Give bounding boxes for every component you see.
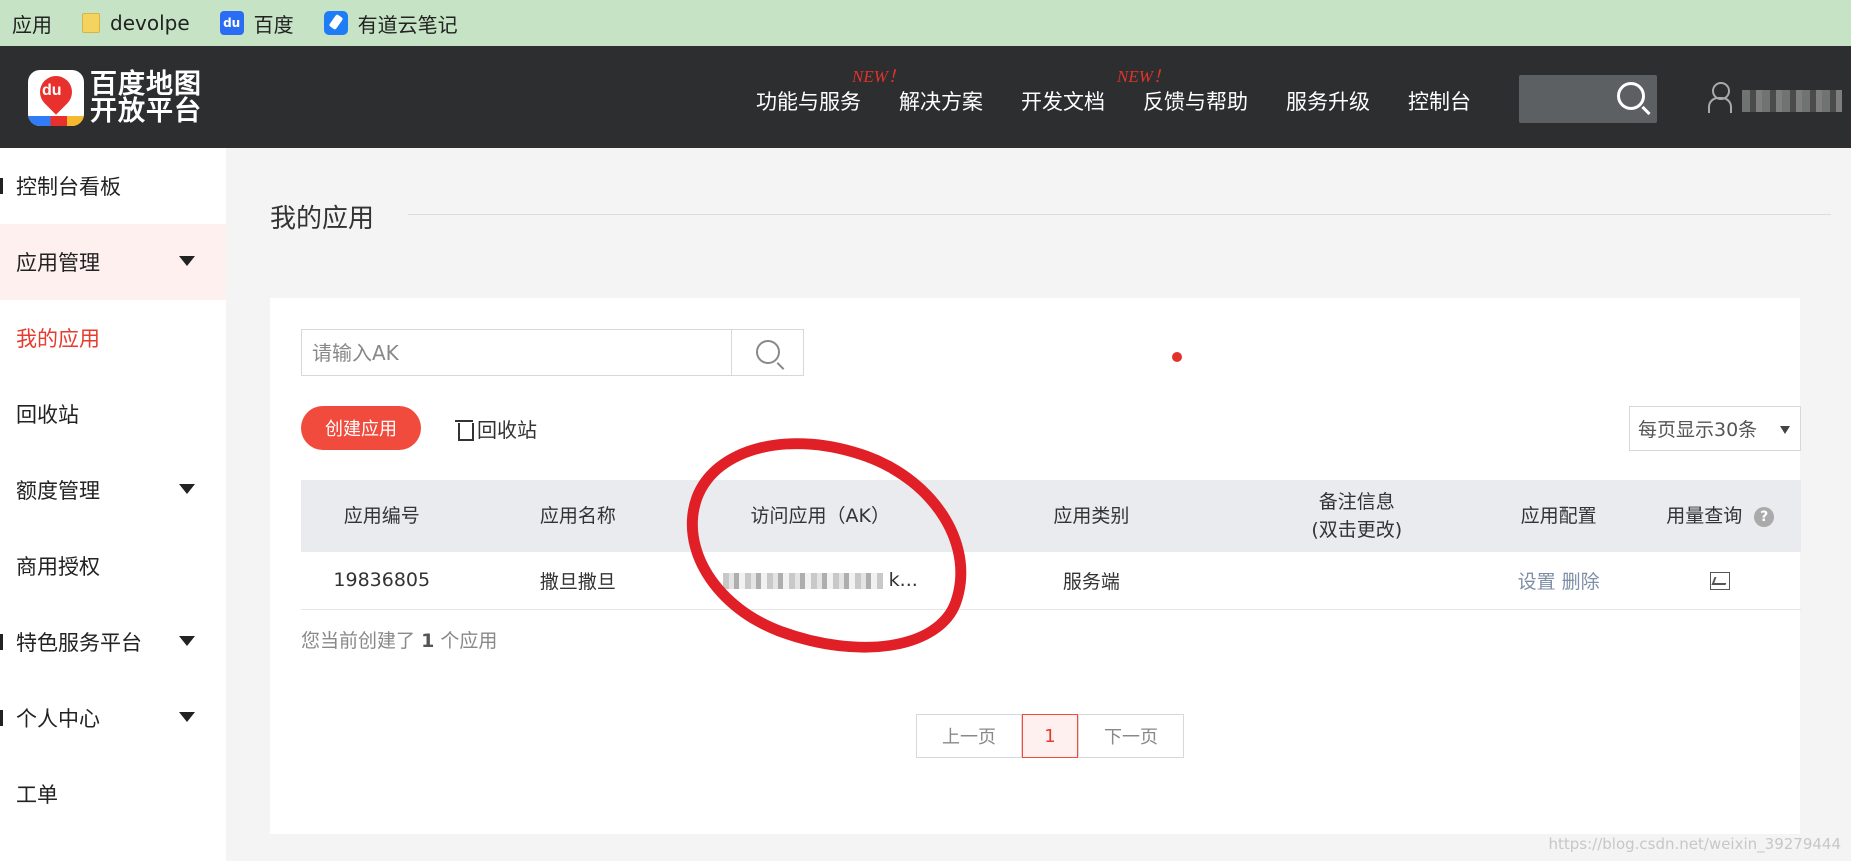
col-app-name: 应用名称 <box>462 480 694 552</box>
recycle-bin-link[interactable]: 回收站 <box>455 414 537 443</box>
search-icon <box>756 340 780 364</box>
bookmark-apps-label: 应用 <box>12 12 52 37</box>
logo-text: 百度地图 开放平台 <box>90 69 202 127</box>
sidebar-item-tickets[interactable]: 工单 <box>0 756 226 832</box>
sidebar-item-commercial-license[interactable]: 商用授权 <box>0 528 226 604</box>
next-page-button[interactable]: 下一页 <box>1078 714 1184 758</box>
page-1-button[interactable]: 1 <box>1022 714 1078 758</box>
cell-notes[interactable] <box>1235 552 1478 610</box>
search-icon <box>1617 82 1645 110</box>
bookmark-devolpe[interactable]: devolpe <box>82 11 190 35</box>
trash-icon <box>455 418 474 441</box>
bookmark-label: devolpe <box>110 11 190 35</box>
bookmark-youdao[interactable]: 有道云笔记 <box>323 9 458 38</box>
caret-down-icon <box>179 636 195 646</box>
sidebar-item-quota-management[interactable]: 额度管理 <box>0 452 226 528</box>
top-header: du 百度地图 开放平台 NEW！ 功能与服务 解决方案 NEW！ 开发文档 反… <box>0 46 1851 148</box>
delete-link[interactable]: 删除 <box>1562 571 1600 593</box>
cell-app-type: 服务端 <box>947 552 1236 610</box>
table-header-row: 应用编号 应用名称 访问应用（AK） 应用类别 备注信息 (双击更改) 应用配置… <box>301 480 1801 552</box>
map-pin-icon: du <box>28 70 84 126</box>
cell-app-id: 19836805 <box>301 552 463 610</box>
red-dot-marker <box>1172 352 1182 362</box>
sidebar-item-my-apps[interactable]: 我的应用 <box>0 300 226 376</box>
nav-console[interactable]: 控制台 <box>1408 86 1471 116</box>
bookmark-apps[interactable]: 应用 <box>12 9 52 38</box>
user-icon[interactable] <box>1708 82 1732 113</box>
caret-down-icon <box>179 484 195 494</box>
apps-table: 应用编号 应用名称 访问应用（AK） 应用类别 备注信息 (双击更改) 应用配置… <box>301 480 1801 610</box>
settings-link[interactable]: 设置 <box>1518 571 1556 593</box>
youdao-note-icon <box>323 11 348 35</box>
bookmark-baidu[interactable]: du 百度 <box>219 9 294 38</box>
col-usage: 用量查询? <box>1639 480 1801 552</box>
sidebar-item-personal-center[interactable]: 个人中心 <box>0 680 226 756</box>
ak-search-input[interactable] <box>301 329 731 376</box>
nav-features-services[interactable]: NEW！ 功能与服务 <box>756 67 905 116</box>
nav-solutions[interactable]: 解决方案 <box>899 86 983 116</box>
cell-usage <box>1639 552 1801 610</box>
cell-app-name: 撒旦撒旦 <box>462 552 694 610</box>
main-nav: NEW！ 功能与服务 解决方案 NEW！ 开发文档 反馈与帮助 服务升级 控制台 <box>756 67 1471 116</box>
sidebar: 控制台看板 应用管理 我的应用 回收站 额度管理 商用授权 特色服务平台 个人中… <box>0 148 226 861</box>
baidu-paw-icon: du <box>219 11 244 35</box>
sidebar-item-dashboard[interactable]: 控制台看板 <box>0 148 226 224</box>
title-divider <box>408 214 1831 215</box>
table-row: 19836805 撒旦撒旦 k... 服务端 设置 删除 <box>301 552 1801 610</box>
sidebar-item-recycle-bin[interactable]: 回收站 <box>0 376 226 452</box>
bookmarks-bar: 应用 devolpe du 百度 有道云笔记 <box>0 0 1851 46</box>
col-app-type: 应用类别 <box>947 480 1236 552</box>
pagination: 上一页 1 下一页 <box>916 714 1184 758</box>
col-app-id: 应用编号 <box>301 480 463 552</box>
nav-dev-docs[interactable]: NEW！ 开发文档 <box>1021 67 1170 116</box>
baidu-map-logo[interactable]: du 百度地图 开放平台 <box>28 70 202 126</box>
usage-chart-icon[interactable] <box>1710 571 1731 590</box>
ak-search-button[interactable] <box>731 329 804 376</box>
bookmark-label: 有道云笔记 <box>357 12 458 37</box>
user-name-redacted[interactable] <box>1742 90 1842 112</box>
nav-feedback-help[interactable]: 反馈与帮助 <box>1143 86 1248 116</box>
folder-icon <box>82 13 100 33</box>
page-title: 我的应用 <box>270 204 375 234</box>
cell-app-config: 设置 删除 <box>1477 552 1640 610</box>
bookmark-label: 百度 <box>253 12 294 37</box>
new-badge: NEW！ <box>852 67 905 86</box>
caret-down-icon <box>179 256 195 266</box>
caret-down-icon <box>179 712 195 722</box>
col-app-config: 应用配置 <box>1477 480 1640 552</box>
sidebar-item-app-management[interactable]: 应用管理 <box>0 224 226 300</box>
nav-service-upgrade[interactable]: 服务升级 <box>1286 86 1370 116</box>
header-search[interactable] <box>1519 75 1657 123</box>
help-icon[interactable]: ? <box>1754 506 1775 527</box>
app-count-text: 您当前创建了 1 个应用 <box>301 630 498 652</box>
dropdown-arrow-icon <box>1780 426 1790 434</box>
col-notes: 备注信息 (双击更改) <box>1235 480 1478 552</box>
watermark: https://blog.csdn.net/weixin_39279444 <box>1548 835 1841 853</box>
apps-panel: 创建应用 回收站 每页显示30条 应用编号 应用名称 访问应用（AK） 应用类别… <box>270 298 1801 834</box>
create-app-button[interactable]: 创建应用 <box>301 406 421 450</box>
sidebar-item-special-services[interactable]: 特色服务平台 <box>0 604 226 680</box>
per-page-select[interactable]: 每页显示30条 <box>1629 406 1801 451</box>
prev-page-button[interactable]: 上一页 <box>916 714 1022 758</box>
new-badge: NEW！ <box>1117 67 1170 86</box>
